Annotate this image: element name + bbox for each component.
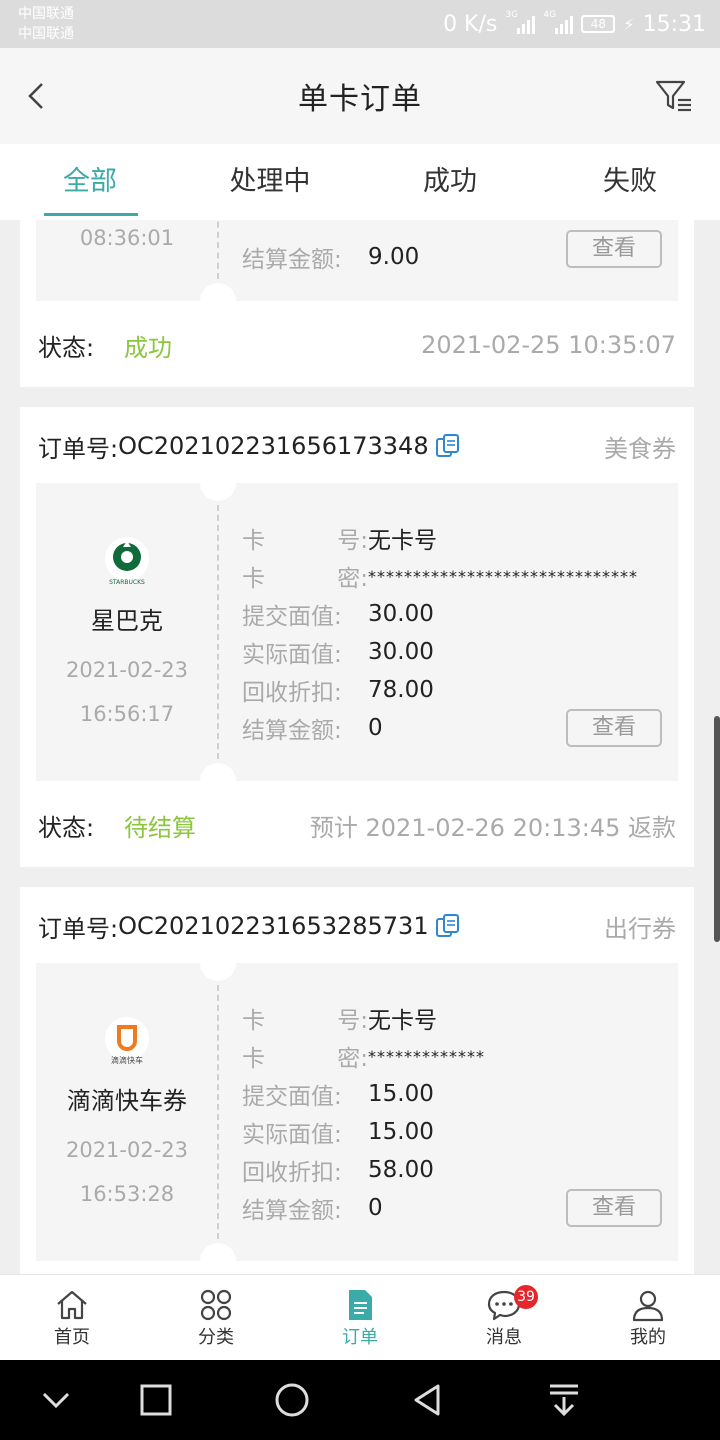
signal-3g-icon: 3G xyxy=(505,10,536,34)
order-icon xyxy=(349,1290,372,1320)
order-time: 08:36:01 xyxy=(79,226,175,250)
view-button[interactable]: 查看 xyxy=(566,1189,662,1227)
copy-icon[interactable] xyxy=(435,913,461,939)
tab-all[interactable]: 全部 xyxy=(0,144,180,220)
bottom-nav: 首页 分类 订单 消息 39 我的 xyxy=(0,1274,720,1360)
back-triangle-icon[interactable] xyxy=(406,1378,450,1422)
order-date: 2021-02-23 xyxy=(65,1138,189,1162)
status-value: 成功 xyxy=(124,333,172,362)
signal-4g-icon: 4G xyxy=(543,10,574,34)
category-label: 美食券 xyxy=(604,435,676,463)
view-button[interactable]: 查看 xyxy=(566,709,662,747)
submitted-value-row: 提交面值: 30.00 xyxy=(242,601,434,630)
status-time: 预计 2021-02-26 20:13:45 返款 xyxy=(309,813,676,842)
profile-icon xyxy=(632,1290,664,1322)
tab-failed[interactable]: 失败 xyxy=(540,144,720,220)
notification-pull-icon[interactable] xyxy=(542,1378,586,1422)
carrier-info: 中国联通 中国联通 xyxy=(18,4,74,44)
card-password-row: 卡密: ****************************** xyxy=(242,566,638,592)
actual-value-row: 实际面值: 30.00 xyxy=(242,639,434,668)
order-list[interactable]: 08:36:01 结算金额: 9.00 查看 状态: 成功 2021-02-25… xyxy=(0,220,720,1274)
card-password-row: 卡密: ************* xyxy=(242,1046,485,1072)
order-card: 订单号: OC202102231656173348 美食券 STARBUCKS … xyxy=(20,407,694,867)
battery-icon: 48 xyxy=(581,15,616,33)
home-circle-icon[interactable] xyxy=(270,1378,314,1422)
actual-value-row: 实际面值: 15.00 xyxy=(242,1119,434,1148)
order-card: 订单号: OC202102231653285731 出行券 滴滴快车 滴滴快车券 xyxy=(20,887,694,1274)
card-ticket: 08:36:01 结算金额: 9.00 查看 xyxy=(36,220,678,319)
starbucks-logo: STARBUCKS xyxy=(105,537,149,586)
card-number-row: 卡号: 无卡号 xyxy=(242,1008,437,1034)
active-tab-indicator xyxy=(44,213,138,216)
charging-icon: ⚡ xyxy=(623,14,635,34)
category-label: 出行券 xyxy=(604,915,676,943)
order-time: 16:53:28 xyxy=(79,1182,175,1206)
status-row: 状态: 成功 2021-02-25 10:35:07 xyxy=(38,325,676,365)
unread-badge: 39 xyxy=(514,1285,538,1309)
submitted-value-row: 提交面值: 15.00 xyxy=(242,1081,434,1110)
page-title: 单卡订单 xyxy=(298,82,422,117)
tab-bar: 全部 处理中 成功 失败 xyxy=(0,144,720,220)
collapse-chevron-icon[interactable] xyxy=(34,1378,78,1422)
discount-row: 回收折扣: 58.00 xyxy=(242,1157,434,1186)
home-icon xyxy=(57,1290,87,1320)
card-number-row: 卡号: 无卡号 xyxy=(242,528,437,554)
tab-processing[interactable]: 处理中 xyxy=(180,144,360,220)
order-number: 订单号: OC202102231653285731 xyxy=(38,909,461,943)
order-date: 2021-02-23 xyxy=(65,658,189,682)
order-card: 08:36:01 结算金额: 9.00 查看 状态: 成功 2021-02-25… xyxy=(20,220,694,387)
order-time: 16:56:17 xyxy=(79,702,175,726)
carrier-2: 中国联通 xyxy=(18,26,74,42)
svg-text:STARBUCKS: STARBUCKS xyxy=(109,579,145,586)
brand-name: 星巴克 xyxy=(91,607,163,635)
nav-category[interactable]: 分类 xyxy=(144,1275,288,1361)
copy-icon[interactable] xyxy=(435,433,461,459)
status-row: 状态: 待结算 预计 2021-02-26 20:13:45 返款 xyxy=(38,805,676,845)
brand-block: 滴滴快车 滴滴快车券 2021-02-23 16:53:28 xyxy=(36,1015,218,1206)
scrollbar[interactable] xyxy=(714,716,720,942)
discount-row: 回收折扣: 78.00 xyxy=(242,677,434,706)
card-ticket: STARBUCKS 星巴克 2021-02-23 16:56:17 卡号: 无卡… xyxy=(36,465,678,799)
system-nav-bar xyxy=(0,1360,720,1440)
category-icon xyxy=(200,1289,232,1321)
card-ticket: 滴滴快车 滴滴快车券 2021-02-23 16:53:28 卡号: 无卡号 卡… xyxy=(36,945,678,1274)
didi-logo: 滴滴快车 xyxy=(105,1017,149,1065)
status-time: 2021-02-25 10:35:07 xyxy=(421,331,676,359)
nav-orders[interactable]: 订单 xyxy=(288,1275,432,1361)
view-button[interactable]: 查看 xyxy=(566,230,662,268)
brand-name: 滴滴快车券 xyxy=(67,1087,187,1115)
app-header: 单卡订单 xyxy=(0,48,720,144)
filter-icon[interactable] xyxy=(654,78,694,114)
status-bar: 中国联通 中国联通 0 K/s 3G 4G 48 ⚡ 15:31 xyxy=(0,0,720,48)
network-speed: 0 K/s xyxy=(443,11,498,37)
clock: 15:31 xyxy=(642,11,706,37)
recent-apps-icon[interactable] xyxy=(134,1378,178,1422)
status-value: 待结算 xyxy=(124,813,196,842)
tab-success[interactable]: 成功 xyxy=(360,144,540,220)
brand-block: STARBUCKS 星巴克 2021-02-23 16:56:17 xyxy=(36,535,218,726)
nav-profile[interactable]: 我的 xyxy=(576,1275,720,1361)
nav-messages[interactable]: 消息 39 xyxy=(432,1275,576,1361)
carrier-1: 中国联通 xyxy=(18,6,74,22)
svg-text:滴滴快车: 滴滴快车 xyxy=(111,1055,143,1065)
order-number: 订单号: OC202102231656173348 xyxy=(38,429,461,463)
nav-home[interactable]: 首页 xyxy=(0,1275,144,1361)
